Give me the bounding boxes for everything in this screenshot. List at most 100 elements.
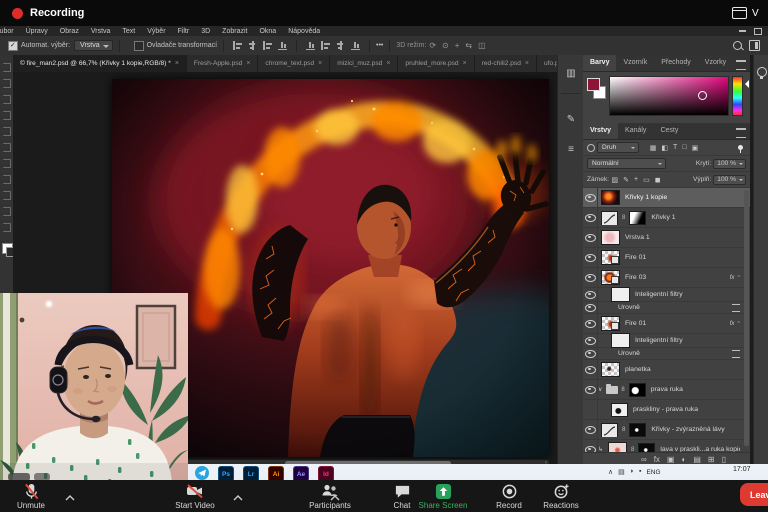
visibility-toggle[interactable] bbox=[583, 380, 598, 399]
tool-icon[interactable] bbox=[3, 143, 11, 152]
chevron-up-icon[interactable] bbox=[330, 488, 340, 494]
tray-icon-2[interactable]: ◗ bbox=[630, 468, 634, 476]
lock-transparency-icon[interactable]: ▨ bbox=[611, 176, 618, 184]
layer-row[interactable]: 8Křivky 1 bbox=[583, 208, 750, 228]
tab-přechody[interactable]: Přechody bbox=[654, 55, 698, 71]
slide-3d-icon[interactable]: ⇆ bbox=[465, 41, 472, 50]
lock-paint-icon[interactable]: ✎ bbox=[623, 176, 629, 184]
fg-bg-swatch-icon[interactable] bbox=[2, 243, 13, 254]
layer-row[interactable]: Inteligentní filtry bbox=[583, 334, 750, 348]
auto-select-checkbox[interactable] bbox=[8, 41, 18, 51]
visibility-toggle[interactable] bbox=[583, 188, 598, 207]
tab-vzorky[interactable]: Vzorky bbox=[698, 55, 733, 71]
shape-layers-icon[interactable]: □ bbox=[682, 144, 686, 152]
layer-row[interactable]: Inteligentní filtry bbox=[583, 288, 750, 302]
visibility-toggle[interactable] bbox=[583, 248, 598, 267]
menu-item-úpravy[interactable]: Úpravy bbox=[20, 28, 54, 35]
type-layers-icon[interactable]: T bbox=[673, 144, 677, 152]
pixel-layers-icon[interactable]: ▦ bbox=[650, 144, 657, 152]
menu-item-3d[interactable]: 3D bbox=[195, 28, 216, 35]
search-icon[interactable] bbox=[733, 41, 742, 50]
layer-thumbnail[interactable] bbox=[601, 250, 620, 265]
layer-mask-thumbnail[interactable] bbox=[629, 423, 646, 437]
layer-row[interactable]: ∨8prava ruka bbox=[583, 380, 750, 400]
layer-row[interactable]: ↳8lava v praskli...a ruka kopie 2 bbox=[583, 440, 750, 452]
panel-menu-icon[interactable] bbox=[736, 128, 746, 138]
tool-icon[interactable] bbox=[3, 63, 11, 72]
menu-item-okna[interactable]: Okna bbox=[253, 28, 282, 35]
smart-filter-fx-icon[interactable]: fx bbox=[730, 275, 735, 281]
layer-row[interactable]: planetka bbox=[583, 360, 750, 380]
visibility-toggle[interactable] bbox=[583, 208, 598, 227]
layer-thumbnail[interactable] bbox=[611, 287, 630, 302]
close-tab-icon[interactable]: × bbox=[175, 60, 179, 67]
system-clock[interactable]: 17:07 bbox=[733, 466, 751, 473]
new-group-icon[interactable]: ▤ bbox=[693, 455, 701, 465]
layer-row[interactable]: Úrovně bbox=[583, 348, 750, 360]
document-tab[interactable]: Fresh-Apple.psd× bbox=[187, 55, 258, 72]
layer-filter-dropdown[interactable]: Druh bbox=[597, 142, 639, 153]
dock-app-telegram[interactable] bbox=[195, 466, 209, 480]
document-tab[interactable]: ufo.psd @ 1.× bbox=[537, 55, 557, 72]
menu-item-vrstva[interactable]: Vrstva bbox=[85, 28, 117, 35]
transform-controls-checkbox[interactable] bbox=[134, 41, 144, 51]
document-tab[interactable]: chrome_text.psd× bbox=[258, 55, 330, 72]
roll-3d-icon[interactable]: ⊙ bbox=[442, 41, 449, 50]
gallery-view-icon[interactable] bbox=[732, 7, 747, 19]
distribute-3-icon[interactable] bbox=[336, 41, 345, 50]
layer-thumbnail[interactable] bbox=[601, 362, 620, 377]
layer-row[interactable]: Fire 01 bbox=[583, 248, 750, 268]
visibility-toggle[interactable] bbox=[583, 302, 598, 313]
menu-item-obraz[interactable]: Obraz bbox=[54, 28, 85, 35]
menu-item-výběr[interactable]: Výběr bbox=[141, 28, 171, 35]
distribute-4-icon[interactable] bbox=[351, 41, 360, 50]
delete-layer-icon[interactable]: ▯ bbox=[722, 455, 726, 465]
tool-icon[interactable] bbox=[3, 127, 11, 136]
opacity-value[interactable]: 100 % bbox=[713, 159, 746, 169]
more-options-icon[interactable]: ••• bbox=[376, 42, 383, 49]
layer-row[interactable]: Vrstva 1 bbox=[583, 228, 750, 248]
close-tab-icon[interactable]: × bbox=[246, 60, 250, 67]
align-left-icon[interactable] bbox=[233, 41, 242, 50]
visibility-toggle[interactable] bbox=[583, 348, 598, 359]
document-tab[interactable]: pruhled_more.psd× bbox=[398, 55, 474, 72]
collapse-filters-icon[interactable]: ^ bbox=[737, 321, 740, 327]
visibility-toggle[interactable] bbox=[583, 334, 598, 347]
workspace-switcher-icon[interactable] bbox=[749, 40, 760, 51]
fill-value[interactable]: 100 % bbox=[713, 175, 746, 185]
align-center-icon[interactable] bbox=[248, 41, 257, 50]
curves-adjustment-icon[interactable] bbox=[601, 211, 618, 225]
layer-row[interactable]: praskliny - prava ruka bbox=[583, 400, 750, 420]
layer-thumbnail[interactable] bbox=[601, 190, 620, 205]
tool-icon[interactable] bbox=[3, 79, 11, 88]
tool-icon[interactable] bbox=[3, 95, 11, 104]
histogram-icon[interactable]: ▥ bbox=[563, 67, 579, 81]
align-top-icon[interactable] bbox=[278, 41, 287, 50]
document-tab[interactable]: red-chili2.psd× bbox=[475, 55, 537, 72]
tool-icon[interactable] bbox=[3, 191, 11, 200]
panel-menu-icon[interactable] bbox=[736, 60, 746, 70]
menu-item-soubor[interactable]: Soubor bbox=[0, 28, 20, 35]
webcam-video-overlay[interactable] bbox=[0, 293, 188, 482]
align-right-icon[interactable] bbox=[263, 41, 272, 50]
auto-select-dropdown[interactable]: Vrstva bbox=[74, 40, 113, 51]
close-tab-icon[interactable]: × bbox=[318, 60, 322, 67]
visibility-toggle[interactable] bbox=[583, 314, 598, 333]
start-video-button[interactable]: Start Video bbox=[150, 483, 240, 510]
blend-mode-dropdown[interactable]: Normální bbox=[587, 158, 666, 169]
visibility-toggle[interactable] bbox=[583, 360, 598, 379]
color-marker-icon[interactable] bbox=[698, 91, 707, 100]
layer-thumbnail[interactable] bbox=[601, 270, 620, 285]
minimize-icon[interactable] bbox=[739, 30, 746, 32]
filter-toggle-icon[interactable] bbox=[738, 145, 743, 150]
chevron-up-icon[interactable] bbox=[65, 488, 75, 494]
filter-blending-options-icon[interactable] bbox=[732, 304, 740, 312]
layer-thumbnail[interactable] bbox=[601, 316, 620, 331]
layer-mask-thumbnail[interactable] bbox=[629, 383, 646, 397]
brush-settings-icon[interactable]: ✎ bbox=[563, 113, 579, 127]
tab-cesty[interactable]: Cesty bbox=[653, 123, 685, 139]
layer-thumbnail[interactable] bbox=[608, 442, 627, 452]
layer-row[interactable]: 8Křivky - zvýrazněná lávy bbox=[583, 420, 750, 440]
group-expand-icon[interactable]: ∨ bbox=[598, 386, 602, 393]
lock-move-icon[interactable]: + bbox=[634, 176, 638, 184]
